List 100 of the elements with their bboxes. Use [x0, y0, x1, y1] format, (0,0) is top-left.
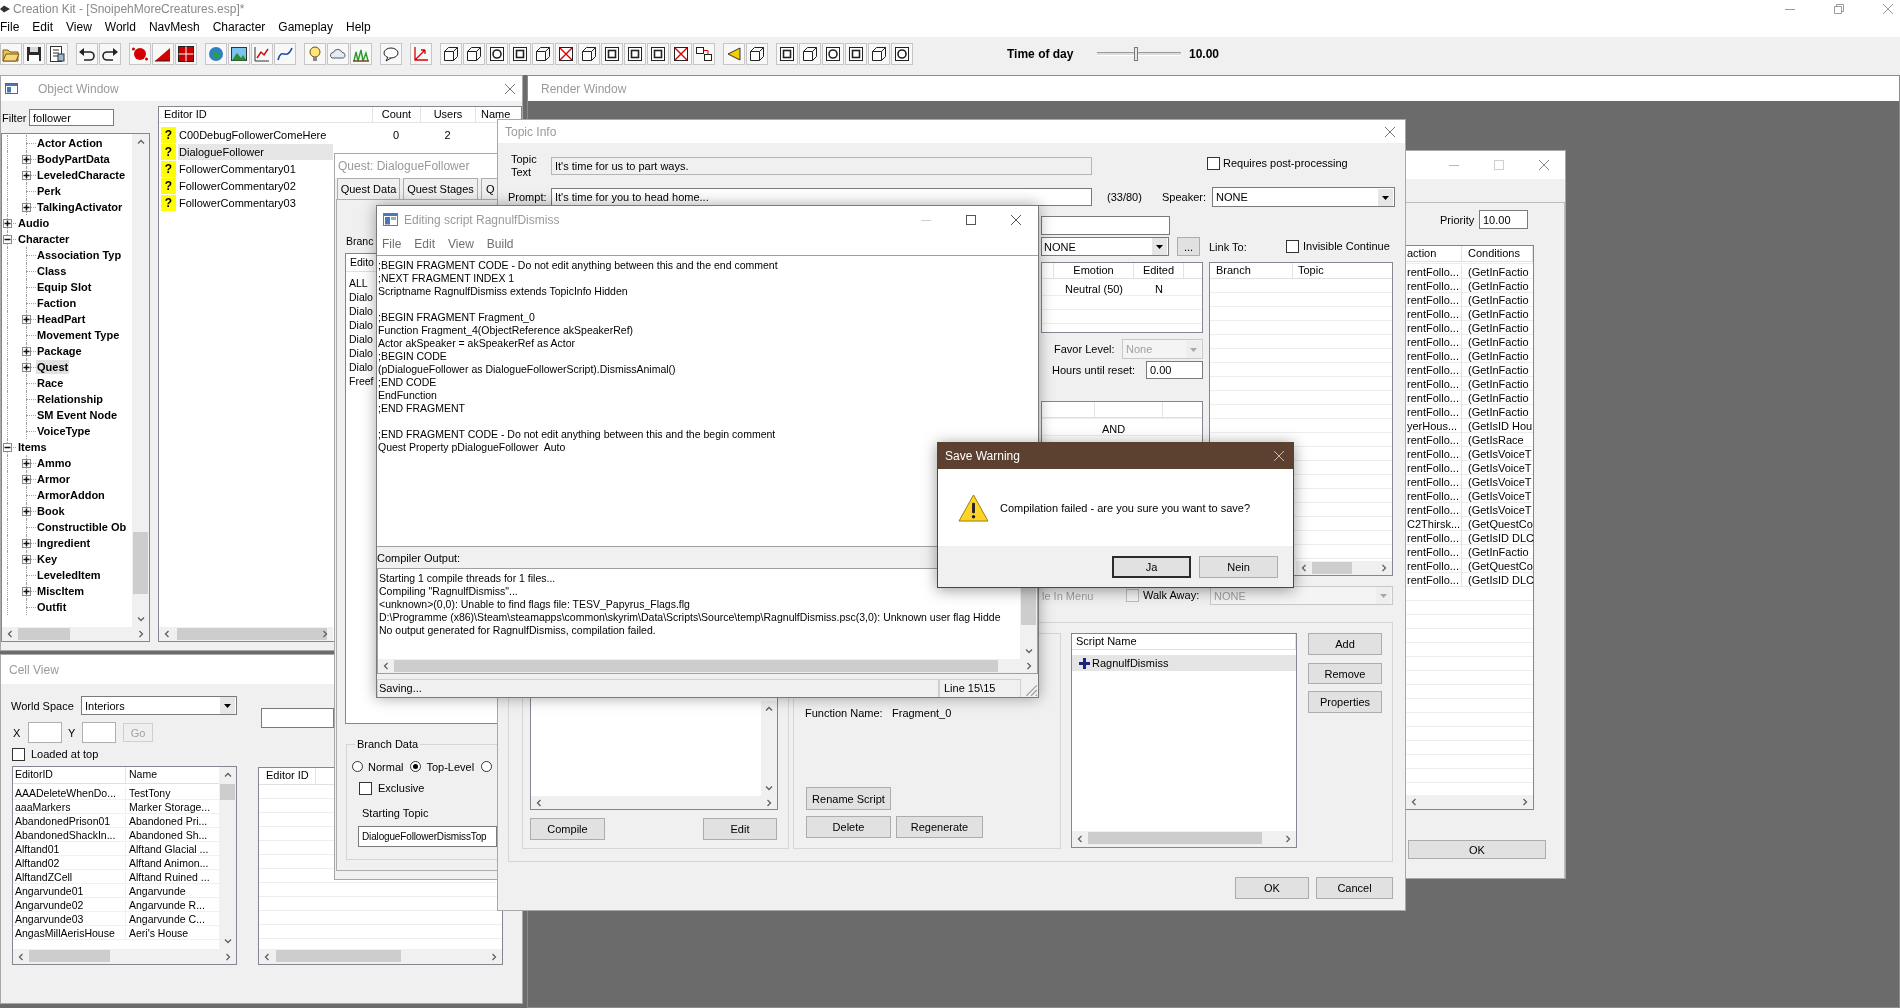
tree-item[interactable]: Class — [36, 264, 68, 278]
expand-icon[interactable] — [22, 554, 31, 564]
horizontal-scrollbar[interactable] — [531, 796, 777, 809]
horizontal-scrollbar[interactable] — [1072, 831, 1296, 847]
menu-item[interactable]: File — [0, 20, 20, 35]
axes-icon[interactable] — [410, 43, 432, 65]
tree-item[interactable]: Perk — [36, 184, 62, 198]
close-icon[interactable] — [1011, 214, 1021, 225]
tree-item[interactable]: Audio — [17, 216, 51, 230]
column-header[interactable]: Topic — [1293, 263, 1392, 278]
crossed-square-icon[interactable] — [670, 43, 692, 65]
expand-icon[interactable] — [22, 362, 31, 372]
chevron-left-icon[interactable] — [17, 952, 25, 961]
properties-button[interactable]: Properties — [1308, 691, 1382, 713]
scrollbar-thumb[interactable] — [276, 950, 401, 962]
chevron-down-icon[interactable] — [765, 784, 773, 792]
checkbox[interactable] — [359, 782, 372, 795]
tab[interactable]: Quest Data — [337, 178, 400, 199]
maximize-icon[interactable] — [966, 214, 976, 225]
cloud-icon[interactable] — [327, 43, 349, 65]
tree-item[interactable]: Quest — [36, 360, 70, 374]
scrollbar-thumb[interactable] — [220, 784, 235, 800]
restore-icon[interactable] — [1834, 4, 1844, 14]
scrollbar-thumb[interactable] — [18, 628, 70, 640]
column-header[interactable]: Name — [476, 107, 521, 122]
chevron-left-icon[interactable] — [263, 952, 271, 961]
scrollbar-thumb[interactable] — [1088, 832, 1262, 844]
vertical-scrollbar[interactable] — [761, 701, 777, 796]
cube-icon[interactable] — [799, 43, 821, 65]
tree-item[interactable]: Items — [17, 440, 48, 454]
menu-item[interactable]: NavMesh — [148, 20, 200, 35]
vertical-scrollbar[interactable] — [132, 134, 149, 627]
expand-icon[interactable] — [22, 170, 31, 180]
menu-item[interactable]: Edit — [32, 20, 54, 35]
prompt-field[interactable]: It's time for you to head home... — [551, 188, 1092, 206]
cube-icon[interactable] — [463, 43, 485, 65]
tree-item[interactable]: LeveledItem — [36, 568, 102, 582]
framed-square-icon[interactable] — [601, 43, 623, 65]
list-item[interactable]: Freef — [349, 374, 374, 388]
expand-icon[interactable] — [22, 506, 31, 516]
cube-icon[interactable] — [746, 43, 768, 65]
close-icon[interactable] — [1385, 126, 1395, 137]
expand-icon[interactable] — [22, 458, 31, 468]
close-icon[interactable] — [505, 83, 515, 94]
chevron-right-icon[interactable] — [137, 630, 145, 638]
tree-item[interactable]: HeadPart — [36, 312, 87, 326]
browse-button[interactable]: ... — [1177, 237, 1200, 256]
column-header[interactable]: Edited — [1134, 263, 1184, 278]
crossed-square-icon[interactable] — [555, 43, 577, 65]
framed-square-icon[interactable] — [776, 43, 798, 65]
starting-topic-field[interactable]: DialogueFollowerDismissTop — [358, 826, 497, 847]
tree-item[interactable]: LeveledCharacte — [36, 168, 127, 182]
chevron-down-icon[interactable] — [223, 937, 232, 945]
table-cell[interactable]: DialogueFollower — [178, 143, 333, 160]
framed-square-icon[interactable] — [624, 43, 646, 65]
list-item[interactable]: Dialo — [349, 290, 373, 304]
tree-item[interactable]: Association Typ — [36, 248, 123, 262]
tab[interactable]: Quest Stages — [403, 178, 478, 199]
x-coordinate-field[interactable] — [28, 722, 62, 743]
table-cell[interactable]: FollowerCommentary03 — [178, 194, 296, 211]
tree-item[interactable]: Character — [17, 232, 71, 246]
tree-item[interactable]: BodyPartData — [36, 152, 111, 166]
radio-button[interactable] — [352, 761, 363, 772]
tree-item[interactable]: ArmorAddon — [36, 488, 106, 502]
column-header[interactable]: Count — [373, 107, 421, 122]
expand-icon[interactable] — [22, 346, 31, 356]
menu-item[interactable]: File — [382, 237, 402, 251]
menu-item[interactable]: Character — [212, 20, 266, 35]
chevron-right-icon[interactable] — [1284, 835, 1292, 843]
radio-button[interactable] — [410, 761, 422, 772]
remove-button[interactable]: Remove — [1308, 663, 1382, 684]
chevron-up-icon[interactable] — [223, 771, 232, 779]
splat-icon[interactable] — [129, 43, 151, 65]
checkbox[interactable] — [1286, 240, 1299, 253]
tree-item[interactable]: Relationship — [36, 392, 104, 406]
collapse-icon[interactable] — [3, 234, 12, 244]
chevron-left-icon[interactable] — [1076, 835, 1084, 843]
input-field[interactable] — [261, 708, 334, 728]
column-header[interactable]: Emotion — [1054, 263, 1134, 278]
scrollbar-thumb[interactable] — [394, 660, 998, 672]
horizontal-scrollbar[interactable] — [1406, 795, 1533, 809]
framed-square-icon[interactable] — [647, 43, 669, 65]
curve-icon[interactable] — [274, 43, 296, 65]
menu-item[interactable]: View — [448, 237, 474, 251]
list-item[interactable]: ALL — [349, 276, 368, 290]
tree-item[interactable]: Constructible Ob — [36, 520, 128, 534]
chevron-left-icon[interactable] — [6, 630, 14, 638]
speaker-dropdown[interactable]: NONE — [1212, 187, 1395, 207]
expand-icon[interactable] — [22, 314, 31, 324]
yes-button[interactable]: Ja — [1112, 556, 1191, 578]
vertical-scrollbar[interactable] — [219, 767, 236, 949]
no-button[interactable]: Nein — [1199, 556, 1278, 578]
cube-icon[interactable] — [532, 43, 554, 65]
document-icon[interactable] — [46, 43, 68, 65]
undo-icon[interactable] — [76, 43, 98, 65]
collapse-icon[interactable] — [3, 442, 12, 452]
tree-item[interactable]: Key — [36, 552, 59, 566]
ok-button[interactable]: OK — [1408, 840, 1546, 859]
horizontal-scrollbar[interactable] — [378, 659, 1037, 673]
checkbox[interactable] — [1207, 157, 1220, 170]
